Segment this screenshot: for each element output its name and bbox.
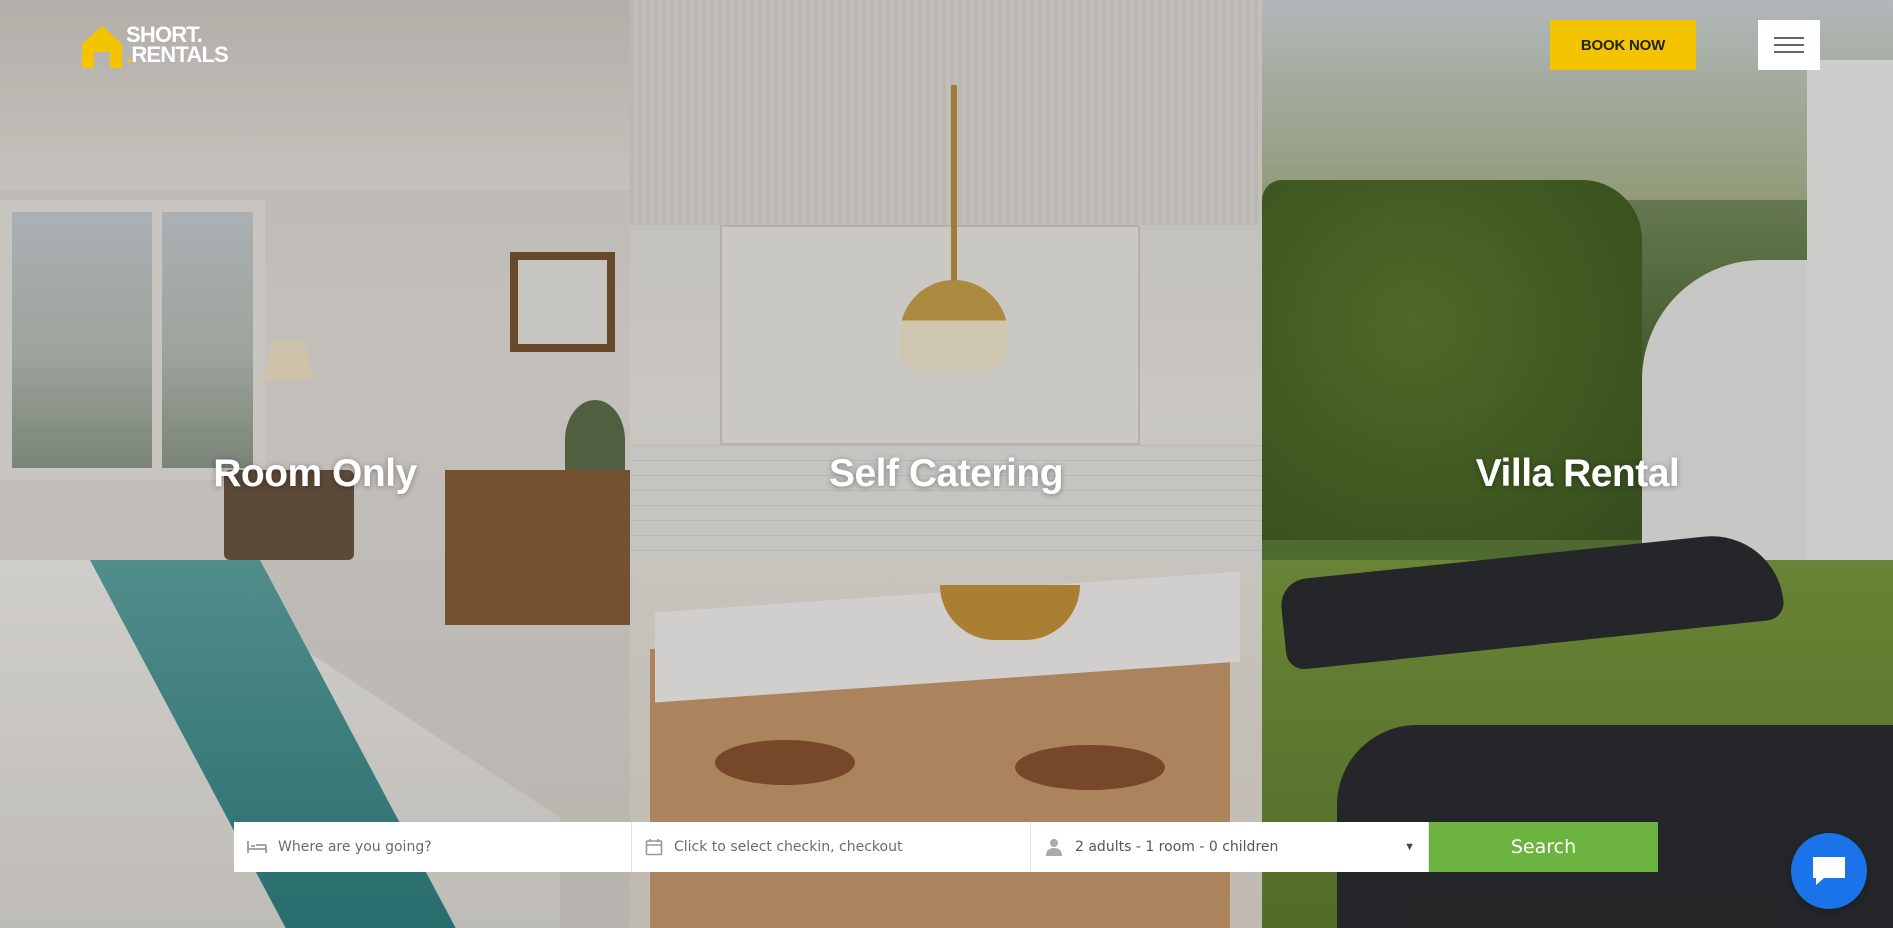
hamburger-menu-icon [1774,37,1804,39]
panel-title-self-catering[interactable]: Self Catering [630,452,1262,496]
panel-villa-rental[interactable]: Villa Rental [1262,0,1893,928]
chevron-down-icon: ▼ [1404,841,1415,853]
search-button[interactable]: Search [1429,822,1658,872]
search-bar: 2 adults - 1 room - 0 children ▼ Search [234,822,1658,872]
person-icon [1044,837,1064,857]
panel-self-catering[interactable]: Self Catering [630,0,1262,928]
panel-title-room-only[interactable]: Room Only [0,452,630,496]
chat-bubble-icon [1813,857,1845,885]
chat-button[interactable] [1791,833,1867,909]
panel-title-villa-rental[interactable]: Villa Rental [1262,452,1893,496]
hamburger-menu-icon [1774,44,1804,46]
panel-room-only[interactable]: Room Only [0,0,630,928]
book-now-button[interactable]: BOOK NOW [1550,20,1696,70]
guests-select[interactable]: 2 adults - 1 room - 0 children ▼ [1031,822,1429,872]
bed-icon [247,837,267,857]
dates-field[interactable] [632,822,1031,872]
destination-field[interactable] [234,822,632,872]
calendar-icon [645,837,663,857]
logo-line-2: RENTALS [131,42,228,67]
hamburger-menu-icon [1774,51,1804,53]
logo-text: SHORT. .RENTALS [126,24,229,67]
hamburger-menu-button[interactable] [1758,20,1820,70]
site-logo[interactable]: SHORT. .RENTALS [80,22,229,68]
destination-input[interactable] [278,839,631,855]
dates-input[interactable] [674,839,1030,855]
category-panels: Room Only Self Catering Villa Rental [0,0,1893,928]
house-logo-icon [82,26,122,68]
guests-value: 2 adults - 1 room - 0 children [1075,839,1279,855]
